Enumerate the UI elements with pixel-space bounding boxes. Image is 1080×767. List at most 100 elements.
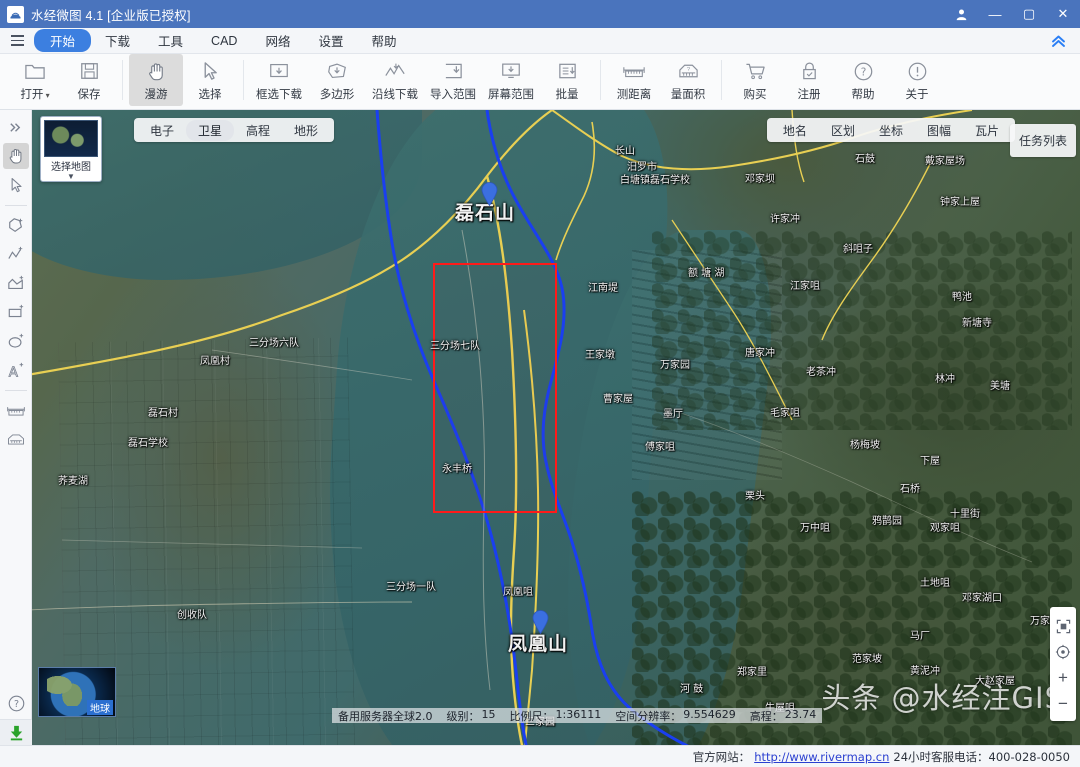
measure-area-icon: ? — [675, 58, 701, 84]
rail-measure-area-icon[interactable] — [3, 426, 29, 452]
register-button[interactable]: 注册 — [782, 54, 836, 106]
download-arrow-icon[interactable] — [0, 719, 32, 745]
ribbon-separator — [243, 60, 244, 100]
overlay-tab-placenames[interactable]: 地名 — [771, 120, 819, 141]
pan-button[interactable]: 漫游 — [129, 54, 183, 106]
menu-item-settings[interactable]: 设置 — [304, 29, 357, 52]
select-button[interactable]: 选择 — [183, 54, 237, 106]
map-canvas[interactable]: 磊石山 凤凰山 长山 汨罗市 白塘镇磊石学校 石鼓 戴家屋场 邓家坝 钟家上屋 许家冲 斜咀子 江南堤… — [32, 110, 1080, 745]
basemap-tab-terrain[interactable]: 地形 — [282, 120, 330, 141]
measure-distance-icon — [621, 58, 647, 84]
add-polyline-icon[interactable] — [3, 241, 29, 267]
polygon-download-label: 多边形 — [319, 89, 355, 101]
menu-item-help[interactable]: 帮助 — [357, 29, 410, 52]
task-list-button[interactable]: 任务列表 — [1009, 124, 1076, 157]
ribbon-toolbar: 打开 ▾ 保存 漫游 选择 框选下载 多边形 沿线下载 导入范围 屏幕范围 批量… — [0, 54, 1080, 110]
window-controls: — ▢ ✕ — [944, 0, 1080, 28]
overlay-tab-districts[interactable]: 区划 — [819, 120, 867, 141]
polygon-download-icon — [324, 58, 350, 84]
batch-download-button[interactable]: 批量 — [540, 54, 594, 106]
help-button-label: 帮助 — [851, 89, 875, 101]
main-body: A ? 磊石山 凤凰山 长山 汨罗市 白塘镇磊石学校 石鼓 戴家屋场 邓家坝 钟… — [0, 110, 1080, 745]
compass-locate-icon[interactable] — [1051, 639, 1075, 665]
rail-separator — [4, 390, 27, 391]
minimize-button[interactable]: — — [978, 0, 1012, 28]
add-area-icon[interactable] — [3, 270, 29, 296]
menu-item-cad[interactable]: CAD — [197, 32, 251, 50]
rail-bottom-group: ? — [0, 690, 32, 745]
menu-item-download[interactable]: 下载 — [91, 29, 144, 52]
polygon-download-button[interactable]: 多边形 — [308, 54, 366, 106]
menu-item-tools[interactable]: 工具 — [144, 29, 197, 52]
info-circle-icon — [904, 58, 930, 84]
add-polygon-icon[interactable] — [3, 212, 29, 238]
screen-range-button[interactable]: 屏幕范围 — [482, 54, 540, 106]
basemap-tab-electronic[interactable]: 电子 — [138, 120, 186, 141]
import-range-icon — [440, 58, 466, 84]
import-range-label: 导入范围 — [430, 89, 476, 101]
menu-item-start[interactable]: 开始 — [34, 29, 92, 52]
overlay-tab-sheets[interactable]: 图幅 — [915, 120, 963, 141]
polyline-download-icon — [382, 58, 408, 84]
maximize-button[interactable]: ▢ — [1012, 0, 1046, 28]
rect-download-icon — [266, 58, 292, 84]
globe-overview-widget[interactable]: 地球 — [38, 667, 116, 717]
menu-item-network[interactable]: 网络 — [251, 29, 304, 52]
user-account-icon[interactable] — [944, 0, 978, 28]
svg-text:?: ? — [13, 699, 18, 710]
zoom-in-icon[interactable]: + — [1051, 665, 1075, 691]
add-rectangle-icon[interactable] — [3, 299, 29, 325]
title-bar: 水经微图 4.1 [企业版已授权] — ▢ ✕ — [0, 0, 1080, 28]
about-button[interactable]: 关于 — [890, 54, 944, 106]
rect-download-button[interactable]: 框选下载 — [250, 54, 308, 106]
basemap-chooser[interactable]: 选择地图 ▼ — [40, 116, 102, 182]
polyline-download-button[interactable]: 沿线下载 — [366, 54, 424, 106]
save-button[interactable]: 保存 — [62, 54, 116, 106]
map-viewport[interactable]: 磊石山 凤凰山 长山 汨罗市 白塘镇磊石学校 石鼓 戴家屋场 邓家坝 钟家上屋 许家冲 斜咀子 江南堤… — [32, 110, 1080, 745]
rail-measure-distance-icon[interactable] — [3, 397, 29, 423]
status-level: 级别： 15 — [447, 708, 496, 724]
open-button[interactable]: 打开 ▾ — [8, 54, 62, 106]
overlay-tab-coordinates[interactable]: 坐标 — [867, 120, 915, 141]
chevron-down-icon[interactable]: ▼ — [67, 173, 75, 181]
batch-download-icon — [554, 58, 580, 84]
lock-register-icon — [796, 58, 822, 84]
official-site-link[interactable]: http://www.rivermap.cn — [754, 750, 889, 764]
add-text-icon[interactable]: A — [3, 357, 29, 383]
buy-button[interactable]: 购买 — [728, 54, 782, 106]
overlay-tab-tiles[interactable]: 瓦片 — [963, 120, 1011, 141]
double-chevron-up-icon[interactable] — [1044, 28, 1072, 54]
download-selection-rectangle[interactable] — [433, 263, 557, 513]
save-disk-icon — [76, 58, 102, 84]
rail-cursor-arrow-icon[interactable] — [3, 172, 29, 198]
add-ellipse-icon[interactable] — [3, 328, 29, 354]
cursor-arrow-icon — [197, 58, 223, 84]
rect-download-label: 框选下载 — [256, 89, 302, 101]
measure-area-button[interactable]: ? 量面积 — [661, 54, 715, 106]
basemap-tab-elevation[interactable]: 高程 — [234, 120, 282, 141]
save-button-label: 保存 — [77, 89, 101, 101]
import-range-button[interactable]: 导入范围 — [424, 54, 482, 106]
rail-pan-hand-icon[interactable] — [2, 143, 29, 169]
pan-hand-icon — [143, 58, 169, 84]
window-title: 水经微图 4.1 [企业版已授权] — [31, 8, 191, 23]
fit-extent-icon[interactable] — [1051, 613, 1075, 639]
ribbon-group-measure: 测距离 ? 量面积 — [607, 54, 715, 110]
overlay-tab-bar: 地名 区划 坐标 图幅 瓦片 — [766, 118, 1015, 142]
ribbon-group-misc: 购买 注册 ? 帮助 关于 — [728, 54, 944, 110]
expand-right-icon[interactable] — [3, 114, 29, 140]
status-scale-label: 比例尺： — [509, 709, 554, 723]
help-button[interactable]: ? 帮助 — [836, 54, 890, 106]
hamburger-menu-icon[interactable] — [0, 28, 34, 54]
measure-distance-label: 测距离 — [616, 89, 652, 101]
world-map-thumb-icon — [44, 120, 98, 157]
measure-distance-button[interactable]: 测距离 — [607, 54, 661, 106]
zoom-out-icon[interactable]: − — [1051, 691, 1075, 717]
basemap-tab-satellite[interactable]: 卫星 — [186, 119, 235, 141]
official-site-label: 官方网站： — [692, 749, 751, 764]
globe-widget-label: 地球 — [87, 700, 113, 715]
rail-question-circle-icon[interactable]: ? — [3, 690, 29, 716]
status-scale: 比例尺： 1:36111 — [510, 708, 602, 724]
shopping-cart-icon — [742, 58, 768, 84]
close-button[interactable]: ✕ — [1046, 0, 1080, 28]
